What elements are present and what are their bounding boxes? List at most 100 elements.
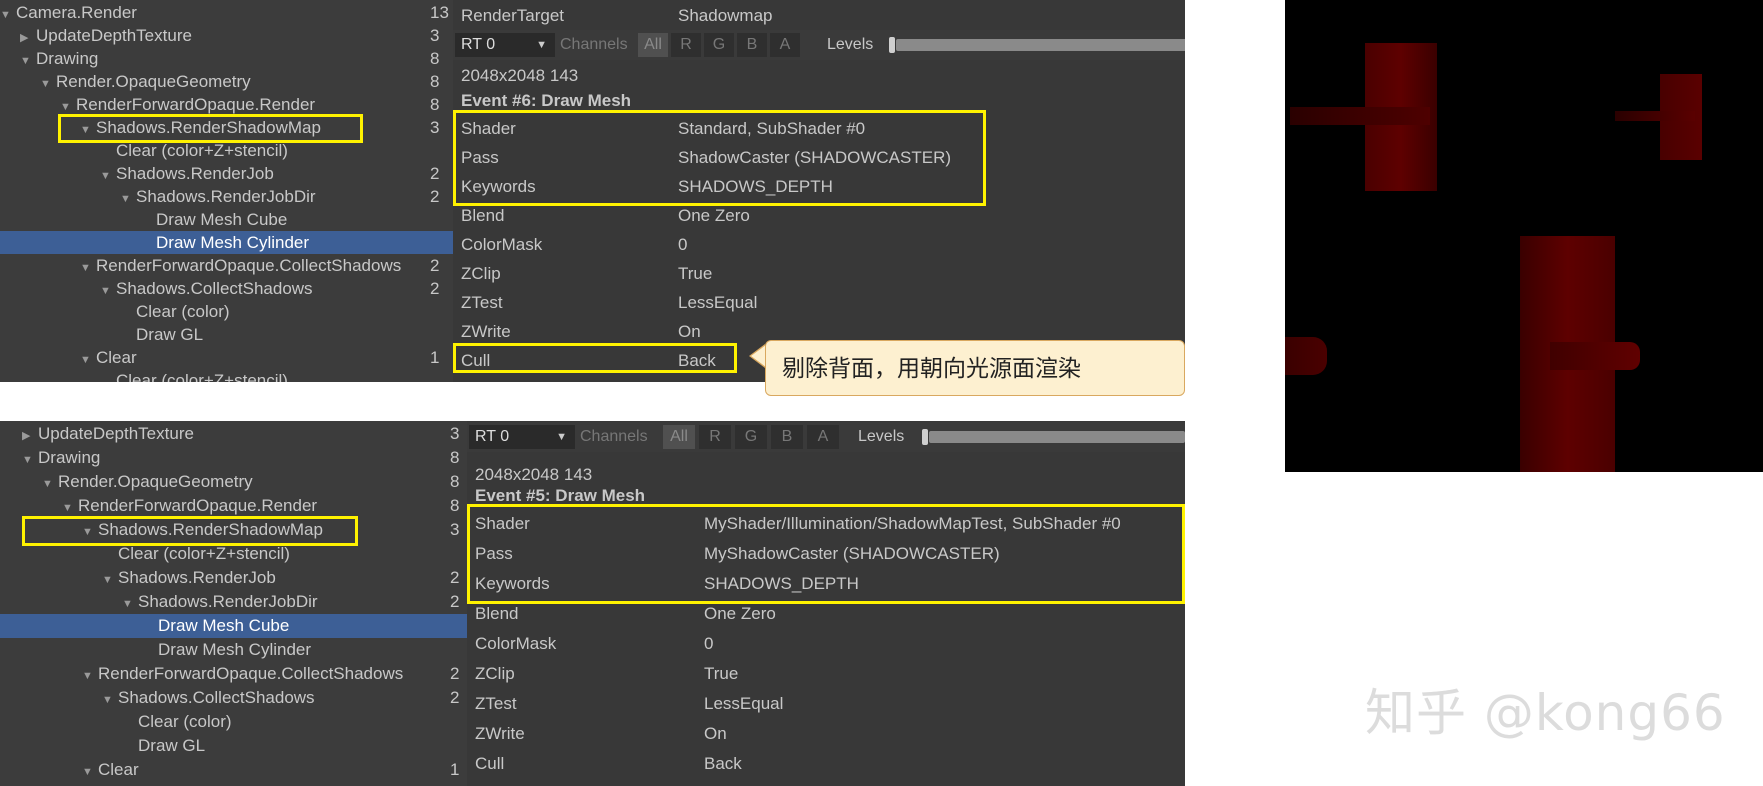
tree-item[interactable]: ▼ Drawing 8 [0, 446, 467, 470]
expand-open-icon[interactable]: ▼ [102, 688, 118, 712]
tree-item-label: Shadows.RenderJob [116, 164, 274, 183]
channel-r-button[interactable]: R [699, 425, 731, 449]
property-key: ZWrite [475, 724, 525, 743]
tree-item-count: 8 [450, 448, 460, 467]
tree-item-label-wrap: Draw GL [122, 734, 205, 758]
render-target-label: RenderTarget [461, 6, 565, 25]
tree-item-label: Clear (color) [136, 302, 230, 321]
expand-closed-icon[interactable]: ▶ [22, 424, 38, 448]
channel-g-button[interactable]: G [704, 33, 734, 57]
levels-slider[interactable] [929, 431, 1185, 443]
expand-open-icon[interactable]: ▼ [42, 472, 58, 496]
tree-item[interactable]: Draw Mesh Cube [0, 208, 453, 231]
channel-b-button[interactable]: B [771, 425, 803, 449]
tree-item[interactable]: Clear (color+Z+stencil) [0, 369, 453, 382]
tree-item-label: RenderForwardOpaque.Render [78, 496, 318, 515]
tree-item[interactable]: ▼ Shadows.CollectShadows 2 [0, 686, 467, 710]
tree-item-label: Clear (color+Z+stencil) [116, 141, 288, 160]
property-value: 0 [678, 235, 688, 254]
channel-all-button[interactable]: All [663, 425, 695, 449]
tree-item-label-wrap: ▼ Shadows.RenderJobDir [122, 590, 318, 616]
tree-item-count: 2 [430, 256, 440, 275]
tree-item[interactable]: Draw Mesh Cylinder [0, 638, 467, 662]
tree-item[interactable]: ▶ UpdateDepthTexture 3 [0, 24, 453, 47]
tree-item[interactable]: ▼ Shadows.CollectShadows 2 [0, 277, 453, 300]
tree-item-label: Clear (color+Z+stencil) [116, 371, 288, 382]
shadow-cylinder-top-right [1615, 111, 1695, 121]
tree-item[interactable]: Draw Mesh Cube [0, 614, 467, 638]
tree-item[interactable]: ▼ Clear 1 [0, 346, 453, 369]
channel-a-button[interactable]: A [770, 33, 800, 57]
tree-item-label: UpdateDepthTexture [38, 424, 194, 443]
expand-open-icon[interactable]: ▼ [22, 448, 38, 472]
render-target-value[interactable]: Shadowmap [678, 2, 773, 30]
expand-open-icon[interactable]: ▼ [82, 760, 98, 784]
channel-a-button[interactable]: A [807, 425, 839, 449]
levels-min-handle[interactable] [922, 429, 928, 445]
tree-item[interactable]: ▼ RenderForwardOpaque.CollectShadows 2 [0, 662, 467, 686]
tree-item-label: Draw Mesh Cube [156, 210, 288, 229]
tree-item[interactable]: ▼ Render.OpaqueGeometry 8 [0, 470, 467, 494]
highlight-box-cull [453, 343, 737, 373]
tree-item-label: Draw Mesh Cylinder [158, 640, 312, 659]
expand-open-icon[interactable]: ▼ [82, 664, 98, 688]
tree-item-label-wrap: ▼ Shadows.CollectShadows [102, 686, 315, 712]
tree-item-label: Draw GL [138, 736, 206, 755]
tree-item-label-wrap: Draw Mesh Cylinder [142, 638, 311, 662]
rt-select-value: RT 0 [475, 428, 510, 445]
channel-b-button[interactable]: B [737, 33, 767, 57]
levels-min-handle[interactable] [889, 37, 895, 53]
rt-select[interactable]: RT 0 ▼ [469, 425, 575, 449]
levels-slider[interactable] [896, 39, 1185, 51]
tree-item[interactable]: ▼ Render.OpaqueGeometry 8 [0, 70, 453, 93]
tree-item[interactable]: Clear (color) [0, 300, 453, 323]
property-key: ZTest [475, 694, 517, 713]
tree-item-count: 3 [450, 424, 460, 443]
expand-open-icon[interactable]: ▼ [122, 592, 138, 616]
tree-item[interactable]: ▼ RenderForwardOpaque.Render 8 [0, 494, 467, 518]
tree-item[interactable]: ▼ Shadows.RenderJob 2 [0, 162, 453, 185]
channel-r-button[interactable]: R [671, 33, 701, 57]
tree-item[interactable]: ▼ RenderForwardOpaque.CollectShadows 2 [0, 254, 453, 277]
top-event-tree: ▼ Camera.Render 13 ▶ UpdateDepthTexture 3 ▼ Dra… [0, 0, 453, 382]
property-value: On [704, 724, 727, 743]
top-frame-debugger: ▼ Camera.Render 13 ▶ UpdateDepthTexture 3 ▼ Dra… [0, 0, 1185, 382]
tree-item[interactable]: ▼ Clear 1 [0, 758, 467, 782]
channel-g-button[interactable]: G [735, 425, 767, 449]
rt-select[interactable]: RT 0 ▼ [455, 33, 555, 57]
tree-item[interactable]: Draw Mesh Cylinder [0, 231, 453, 254]
highlight-box-shadowmap-node [22, 516, 358, 546]
tree-item[interactable]: ▼ Camera.Render 13 [0, 1, 453, 24]
channel-all-button[interactable]: All [638, 33, 668, 57]
expand-open-icon[interactable]: ▼ [102, 568, 118, 592]
tree-item[interactable]: ▶ UpdateDepthTexture 3 [0, 422, 467, 446]
property-key: ColorMask [475, 634, 557, 653]
tree-item[interactable]: Clear (color) [0, 710, 467, 734]
tree-item-label-wrap: Draw Mesh Cube [142, 614, 289, 638]
tree-item[interactable]: Draw GL [0, 323, 453, 346]
tree-item-label: RenderForwardOpaque.Render [76, 95, 316, 114]
tree-item[interactable]: ▼ Shadows.RenderJobDir 2 [0, 590, 467, 614]
tree-item[interactable]: ▼ Shadows.RenderJob 2 [0, 566, 467, 590]
tree-item[interactable]: Draw GL [0, 734, 467, 758]
property-row: ZTest LessEqual [453, 288, 1185, 317]
tree-item-label-wrap: ▼ Render.OpaqueGeometry [42, 470, 253, 496]
tree-item-count: 8 [450, 472, 460, 491]
property-row: ColorMask 0 [453, 230, 1185, 259]
tree-item-count: 2 [430, 164, 440, 183]
tree-item[interactable]: ▼ Shadows.RenderJobDir 2 [0, 185, 453, 208]
tree-item[interactable]: ▼ RenderForwardOpaque.Render 8 [0, 93, 453, 116]
watermark: 知乎 @kong66 [1365, 684, 1726, 742]
property-value: 0 [704, 634, 714, 653]
channels-label: Channels [560, 36, 628, 53]
tree-item-label-wrap: Draw Mesh Cube [140, 208, 287, 231]
tree-item-label-wrap: ▼ Clear [82, 758, 139, 784]
tree-item-count: 8 [430, 49, 440, 68]
tree-item-label: RenderForwardOpaque.CollectShadows [98, 664, 404, 683]
rt-select-value: RT 0 [461, 36, 496, 53]
tree-item-count: 2 [450, 592, 460, 611]
shadow-cylinder-bottom [1550, 342, 1640, 370]
property-row: ZClip True [467, 659, 1185, 689]
tree-item-label: Render.OpaqueGeometry [58, 472, 253, 491]
tree-item[interactable]: ▼ Drawing 8 [0, 47, 453, 70]
